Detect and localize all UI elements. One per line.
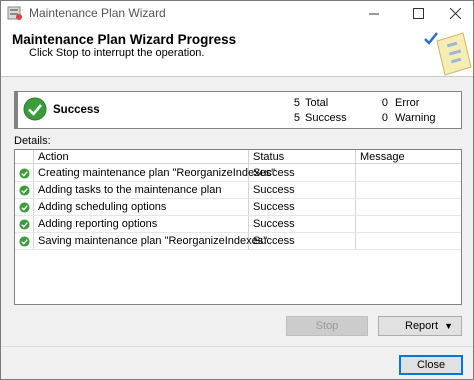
success-check-icon: [23, 97, 47, 121]
report-button[interactable]: Report ▼: [378, 316, 462, 336]
success-label: Success: [305, 112, 347, 124]
stop-button-label: Stop: [315, 320, 339, 332]
table-row[interactable]: Adding tasks to the maintenance plan Suc…: [15, 182, 461, 199]
minimize-icon: [368, 13, 379, 14]
summary-panel: Success 5 Total 5 Success 0 Error 0 Warn…: [14, 91, 462, 129]
success-check-icon: [19, 219, 30, 230]
app-icon: [7, 6, 22, 20]
row-status: Success: [253, 167, 295, 179]
column-header-action[interactable]: Action: [38, 151, 69, 163]
row-action: Creating maintenance plan "ReorganizeInd…: [38, 167, 276, 179]
table-row[interactable]: Adding scheduling options Success: [15, 199, 461, 216]
success-count: 5: [293, 112, 300, 124]
maximize-button[interactable]: [400, 1, 436, 25]
page-title: Maintenance Plan Wizard Progress: [12, 32, 237, 47]
column-header-status[interactable]: Status: [253, 151, 284, 163]
title-bar: Maintenance Plan Wizard: [1, 1, 473, 25]
warning-count: 0: [381, 112, 388, 124]
success-check-icon: [19, 202, 30, 213]
window-title: Maintenance Plan Wizard: [29, 6, 166, 20]
dropdown-arrow-icon: ▼: [444, 321, 453, 331]
wizard-header: Maintenance Plan Wizard Progress Click S…: [1, 25, 473, 77]
minimize-button[interactable]: [356, 1, 392, 25]
close-button[interactable]: Close: [399, 355, 463, 375]
table-row[interactable]: Saving maintenance plan "ReorganizeIndex…: [15, 233, 461, 250]
row-action: Adding reporting options: [38, 218, 158, 230]
details-label: Details:: [14, 135, 51, 147]
table-row[interactable]: Adding reporting options Success: [15, 216, 461, 233]
maximize-icon: [412, 7, 424, 19]
success-check-icon: [19, 236, 30, 247]
window-close-button[interactable]: [437, 1, 473, 25]
row-status: Success: [253, 218, 295, 230]
grid-header: Action Status Message: [15, 150, 461, 164]
page-subtitle: Click Stop to interrupt the operation.: [29, 47, 205, 59]
success-check-icon: [19, 168, 30, 179]
stop-button[interactable]: Stop: [286, 316, 368, 336]
error-count: 0: [381, 97, 388, 109]
column-header-message[interactable]: Message: [360, 151, 405, 163]
close-icon: [449, 7, 461, 19]
warning-label: Warning: [395, 112, 436, 124]
row-status: Success: [253, 235, 295, 247]
row-action: Adding tasks to the maintenance plan: [38, 184, 222, 196]
wizard-window: Maintenance Plan Wizard Maintenance Plan…: [0, 0, 474, 380]
close-button-label: Close: [416, 359, 446, 371]
total-label: Total: [305, 97, 329, 109]
wizard-checklist-icon: [424, 32, 472, 76]
report-button-label: Report: [405, 320, 439, 332]
total-count: 5: [293, 97, 300, 109]
success-check-icon: [19, 185, 30, 196]
summary-status: Success: [53, 104, 100, 116]
table-row[interactable]: Creating maintenance plan "ReorganizeInd…: [15, 165, 461, 182]
row-action: Adding scheduling options: [38, 201, 167, 213]
row-action: Saving maintenance plan "ReorganizeIndex…: [38, 235, 268, 247]
details-grid[interactable]: Action Status Message Creating maintenan…: [14, 149, 462, 305]
row-status: Success: [253, 201, 295, 213]
error-label: Error: [395, 97, 420, 109]
row-status: Success: [253, 184, 295, 196]
